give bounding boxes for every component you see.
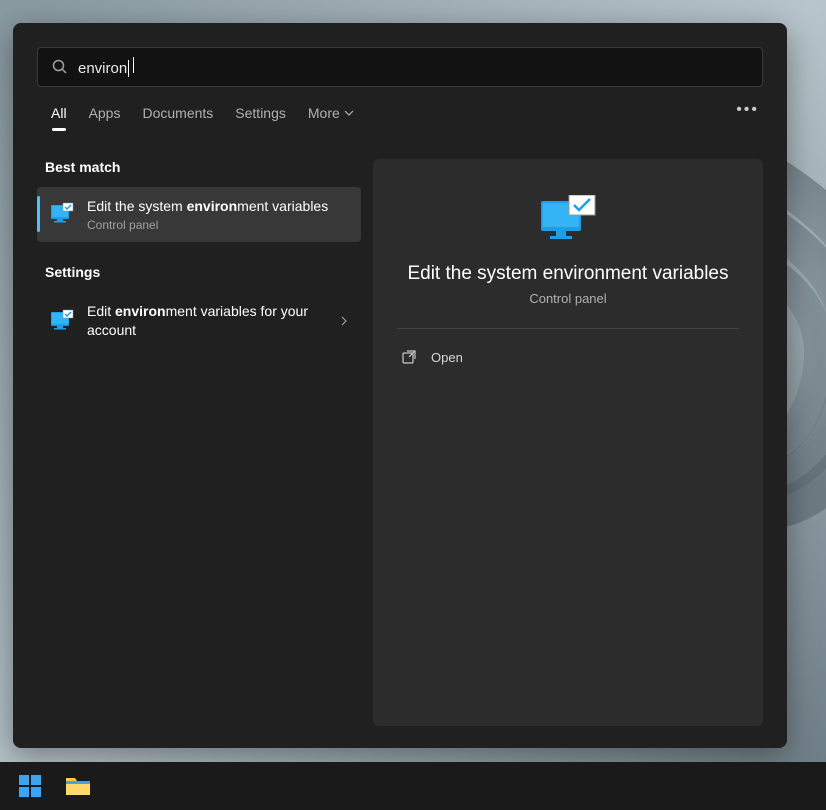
tab-settings[interactable]: Settings xyxy=(235,105,286,131)
result-title: Edit environment variables for your acco… xyxy=(87,302,327,340)
best-match-header: Best match xyxy=(37,159,361,187)
windows-logo-icon xyxy=(18,774,42,798)
result-settings-item[interactable]: Edit environment variables for your acco… xyxy=(37,292,361,350)
results-column: Best match Edit the system environment v… xyxy=(37,159,361,726)
result-title: Edit the system environment variables xyxy=(87,197,349,216)
tab-more[interactable]: More xyxy=(308,105,354,131)
tab-apps[interactable]: Apps xyxy=(89,105,121,131)
preview-panel: Edit the system environment variables Co… xyxy=(373,159,763,726)
file-explorer-button[interactable] xyxy=(58,766,98,806)
taskbar xyxy=(0,762,826,810)
open-label: Open xyxy=(431,350,463,365)
chevron-right-icon xyxy=(339,316,349,326)
result-subtitle: Control panel xyxy=(87,218,349,232)
search-panel: environ All Apps Documents Settings More… xyxy=(13,23,787,748)
folder-icon xyxy=(65,775,91,797)
tab-all[interactable]: All xyxy=(51,105,67,131)
chevron-down-icon xyxy=(344,108,354,118)
search-icon xyxy=(52,59,68,75)
preview-system-icon xyxy=(539,195,597,245)
search-box[interactable]: environ xyxy=(37,47,763,87)
preview-title: Edit the system environment variables xyxy=(407,263,728,285)
search-input[interactable]: environ xyxy=(78,57,748,77)
user-env-icon xyxy=(49,308,75,334)
preview-subtitle: Control panel xyxy=(529,291,606,306)
open-action[interactable]: Open xyxy=(397,343,739,371)
result-best-match[interactable]: Edit the system environment variables Co… xyxy=(37,187,361,242)
start-button[interactable] xyxy=(10,766,50,806)
open-icon xyxy=(401,349,417,365)
system-properties-icon xyxy=(49,201,75,227)
tab-documents[interactable]: Documents xyxy=(142,105,213,131)
settings-header: Settings xyxy=(37,264,361,292)
divider xyxy=(397,328,739,329)
filter-tabs: All Apps Documents Settings More ••• xyxy=(37,105,763,131)
more-options-button[interactable]: ••• xyxy=(736,101,759,119)
